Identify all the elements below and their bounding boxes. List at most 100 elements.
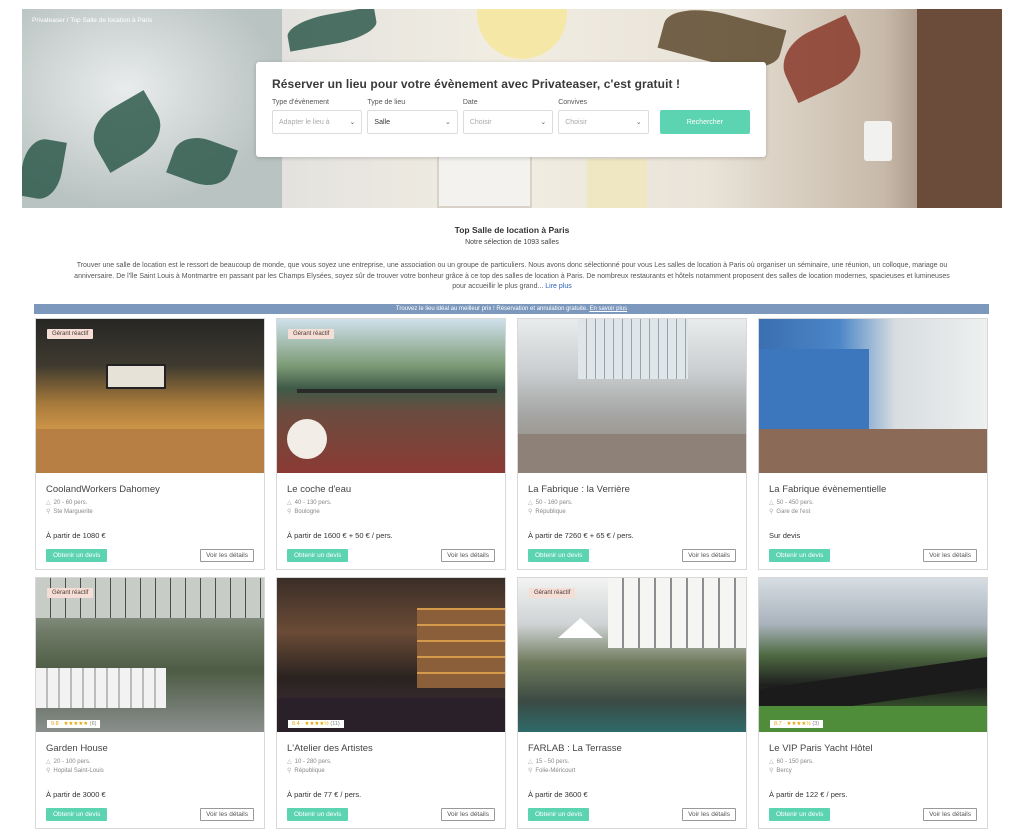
- event-type-select[interactable]: Adapter le lieu à ⌄: [272, 110, 363, 134]
- venue-price: À partir de 77 € / pers.: [287, 790, 362, 799]
- chevron-down-icon: ⌄: [444, 119, 451, 126]
- responsive-manager-badge: Gérant réactif: [288, 329, 335, 339]
- venue-card[interactable]: Gérant réactif Le coche d'eau △ 40 - 130 pe…: [276, 318, 506, 570]
- date-field: Date Choisir ⌄: [462, 99, 554, 134]
- location-pin-icon: ⚲: [769, 767, 774, 774]
- view-details-button[interactable]: Voir les détails: [200, 808, 254, 821]
- location-pin-icon: ⚲: [46, 508, 51, 515]
- venue-name[interactable]: Le coche d'eau: [287, 484, 495, 495]
- venue-name[interactable]: La Fabrique évènementielle: [769, 484, 977, 495]
- rating-badge: 8.4 · ★★★★½ (11): [288, 720, 344, 728]
- banner-learn-more-link[interactable]: En savoir plus: [589, 306, 627, 312]
- venue-name[interactable]: La Fabrique : la Verrière: [528, 484, 736, 495]
- get-quote-button[interactable]: Obtenir un devis: [769, 549, 831, 562]
- get-quote-button[interactable]: Obtenir un devis: [287, 808, 349, 821]
- search-button[interactable]: Rechercher: [659, 110, 751, 134]
- hero-wall-lamp: [864, 121, 892, 161]
- chevron-down-icon: ⌄: [540, 119, 547, 126]
- view-details-button[interactable]: Voir les détails: [923, 549, 977, 562]
- banner-text: Trouvez le lieu idéal au meilleur prix !…: [395, 306, 588, 312]
- venue-capacity: △ 60 - 150 pers.: [769, 758, 977, 767]
- venue-name[interactable]: FARLAB : La Terrasse: [528, 743, 736, 754]
- venue-capacity: △ 50 - 160 pers.: [528, 499, 736, 508]
- get-quote-button[interactable]: Obtenir un devis: [46, 808, 108, 821]
- page-description: Trouver une salle de location est le res…: [70, 261, 954, 293]
- get-quote-button[interactable]: Obtenir un devis: [528, 808, 590, 821]
- photo-table: [287, 419, 327, 459]
- people-icon: △: [287, 759, 292, 765]
- guests-placeholder: Choisir: [565, 118, 588, 126]
- venue-card[interactable]: Gérant réactif 9.8 · ★★★★★ (6) Garden Hous…: [35, 577, 265, 829]
- view-details-button[interactable]: Voir les détails: [200, 549, 254, 562]
- get-quote-button[interactable]: Obtenir un devis: [528, 549, 590, 562]
- location-pin-icon: ⚲: [528, 508, 533, 515]
- star-icon: ★★★★½: [304, 721, 329, 727]
- venue-photo[interactable]: 8.7 · ★★★★½ (3): [759, 578, 987, 732]
- venue-photo[interactable]: Gérant réactif: [518, 578, 746, 732]
- view-details-button[interactable]: Voir les détails: [682, 808, 736, 821]
- photo-glass-roof: [578, 319, 688, 379]
- location-text: Ste Marguerite: [53, 508, 93, 515]
- venue-name[interactable]: Garden House: [46, 743, 254, 754]
- venue-photo[interactable]: [759, 319, 987, 473]
- venue-location: ⚲ Ste Marguerite: [46, 508, 254, 517]
- hero-plant-leaf: [773, 14, 871, 104]
- venue-price: À partir de 3000 €: [46, 790, 106, 799]
- view-details-button[interactable]: Voir les détails: [682, 549, 736, 562]
- search-card: Réserver un lieu pour votre évènement av…: [256, 62, 766, 157]
- page-title: Top Salle de location à Paris: [454, 225, 570, 235]
- venue-name[interactable]: L'Atelier des Artistes: [287, 743, 495, 754]
- venue-photo[interactable]: Gérant réactif: [277, 319, 505, 473]
- venue-location: ⚲ République: [287, 767, 495, 776]
- venue-photo[interactable]: [518, 319, 746, 473]
- venue-price: À partir de 1600 € + 50 € / pers.: [287, 531, 393, 540]
- view-details-button[interactable]: Voir les détails: [441, 549, 495, 562]
- chevron-down-icon: ⌄: [349, 119, 356, 126]
- venue-photo[interactable]: Gérant réactif: [36, 319, 264, 473]
- hero-sun-mural: [477, 9, 567, 59]
- venue-card[interactable]: Gérant réactif CoolandWorkers Dahomey △ 20 …: [35, 318, 265, 570]
- venue-card[interactable]: La Fabrique évènementielle △ 50 - 450 pers…: [758, 318, 988, 570]
- guests-label: Convives: [558, 99, 588, 106]
- venue-info: L'Atelier des Artistes △ 10 - 280 pers. ⚲ Ré…: [277, 732, 505, 786]
- venue-type-select[interactable]: Salle ⌄: [367, 110, 458, 134]
- read-more-link[interactable]: Lire plus: [545, 283, 571, 290]
- capacity-text: 10 - 280 pers.: [294, 759, 332, 765]
- get-quote-button[interactable]: Obtenir un devis: [769, 808, 831, 821]
- location-pin-icon: ⚲: [287, 767, 292, 774]
- venue-photo[interactable]: Gérant réactif 9.8 · ★★★★★ (6): [36, 578, 264, 732]
- venue-card[interactable]: 8.7 · ★★★★½ (3) Le VIP Paris Yacht Hôtel △…: [758, 577, 988, 829]
- venue-card[interactable]: La Fabrique : la Verrière △ 50 - 160 pers.…: [517, 318, 747, 570]
- photo-floor: [36, 429, 264, 473]
- date-select[interactable]: Choisir ⌄: [462, 110, 554, 134]
- venue-capacity: △ 20 - 100 pers.: [46, 758, 254, 767]
- guests-select[interactable]: Choisir ⌄: [558, 110, 649, 134]
- photo-grass: [759, 706, 987, 732]
- breadcrumb-home-link[interactable]: Privateaser: [32, 17, 65, 24]
- capacity-text: 40 - 130 pers.: [294, 500, 332, 506]
- view-details-button[interactable]: Voir les détails: [923, 808, 977, 821]
- venue-price: À partir de 7260 € + 65 € / pers.: [528, 531, 634, 540]
- venue-price: Sur devis: [769, 531, 801, 540]
- venue-card[interactable]: 8.4 · ★★★★½ (11) L'Atelier des Artistes △ 1…: [276, 577, 506, 829]
- location-text: Boulogne: [294, 508, 320, 515]
- chevron-down-icon: ⌄: [635, 119, 642, 126]
- venue-info: La Fabrique évènementielle △ 50 - 450 pers…: [759, 473, 987, 527]
- venue-grid: Gérant réactif CoolandWorkers Dahomey △ 20 …: [35, 318, 988, 829]
- location-text: Hopital Saint-Louis: [53, 767, 104, 774]
- people-icon: △: [46, 759, 51, 765]
- people-icon: △: [528, 759, 533, 765]
- venue-capacity: △ 10 - 280 pers.: [287, 758, 495, 767]
- view-details-button[interactable]: Voir les détails: [441, 808, 495, 821]
- rating-badge: 9.8 · ★★★★★ (6): [47, 720, 101, 728]
- location-pin-icon: ⚲: [528, 767, 533, 774]
- capacity-text: 20 - 100 pers.: [53, 759, 91, 765]
- responsive-manager-badge: Gérant réactif: [47, 588, 94, 598]
- photo-building: [608, 578, 746, 648]
- venue-card[interactable]: Gérant réactif FARLAB : La Terrasse △ 15 - …: [517, 577, 747, 829]
- get-quote-button[interactable]: Obtenir un devis: [46, 549, 108, 562]
- venue-name[interactable]: CoolandWorkers Dahomey: [46, 484, 254, 495]
- venue-name[interactable]: Le VIP Paris Yacht Hôtel: [769, 743, 977, 754]
- get-quote-button[interactable]: Obtenir un devis: [287, 549, 349, 562]
- venue-photo[interactable]: 8.4 · ★★★★½ (11): [277, 578, 505, 732]
